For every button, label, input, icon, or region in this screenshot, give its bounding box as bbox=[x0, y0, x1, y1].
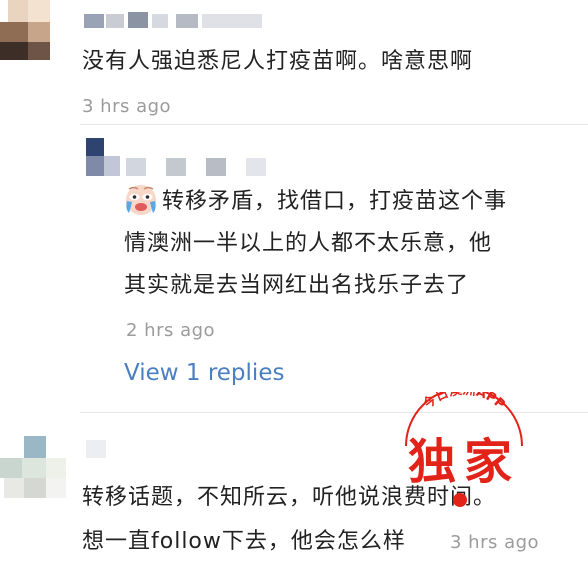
reply-avatar-pixelated[interactable] bbox=[86, 138, 120, 178]
reply-timestamp: 2 hrs ago bbox=[126, 320, 216, 341]
view-replies-link[interactable]: View 1 replies bbox=[124, 360, 284, 386]
username-pixelated[interactable] bbox=[86, 440, 116, 460]
username-pixelated[interactable] bbox=[84, 8, 264, 28]
crying-face-icon bbox=[126, 185, 156, 215]
comment-text: 没有人强迫悉尼人打疫苗啊。啥意思啊 bbox=[82, 49, 474, 74]
comment-text-line-2: 想一直follow下去，他会怎么样 bbox=[82, 529, 406, 554]
watermark-arc-text: 今日澳洲APP bbox=[419, 392, 508, 413]
exclusive-watermark: 今日澳洲APP 独家 bbox=[396, 392, 532, 512]
avatar-pixelated[interactable] bbox=[0, 436, 68, 500]
timestamp: 3 hrs ago bbox=[450, 532, 540, 553]
reply-text-line-2: 情澳洲一半以上的人都不太乐意，他 bbox=[124, 231, 493, 256]
reply-text-line-1: 转移矛盾，找借口，打疫苗这个事 bbox=[162, 189, 508, 214]
reply-text-line-3: 其实就是去当网红出名找乐子去了 bbox=[124, 273, 470, 298]
watermark-main-text: 独家 bbox=[408, 434, 521, 490]
avatar-pixelated[interactable] bbox=[0, 0, 62, 60]
reply-username-pixelated[interactable] bbox=[126, 156, 286, 178]
divider bbox=[80, 124, 588, 125]
timestamp: 3 hrs ago bbox=[82, 96, 172, 117]
svg-text:今日澳洲APP: 今日澳洲APP bbox=[419, 392, 508, 413]
